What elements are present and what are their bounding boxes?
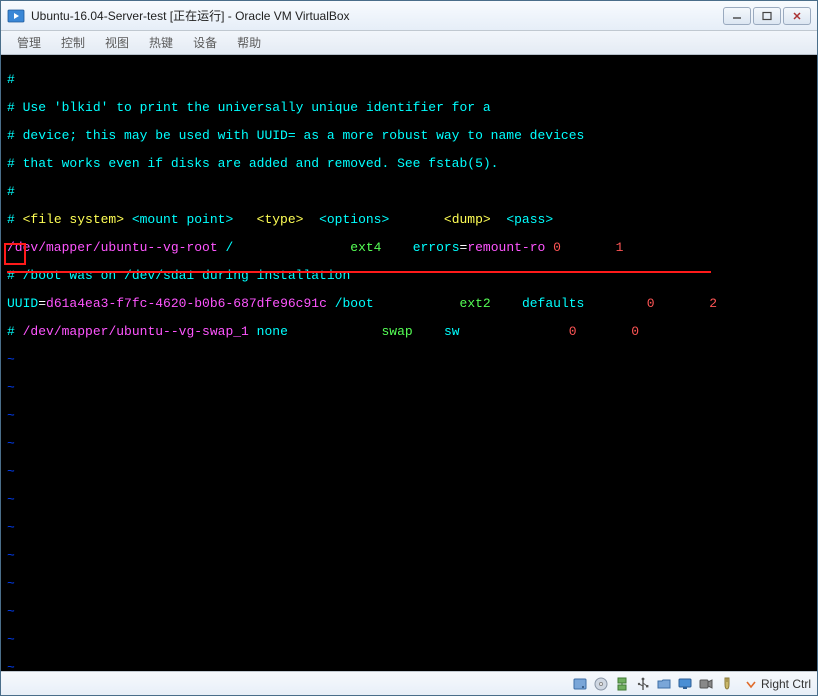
fstab-header: # <file system> <mount point> <type> <op…: [7, 213, 811, 227]
vim-tilde: ~: [7, 381, 811, 395]
titlebar: Ubuntu-16.04-Server-test [正在运行] - Oracle…: [1, 1, 817, 31]
vim-tilde: ~: [7, 633, 811, 647]
fstab-comment: # device; this may be used with UUID= as…: [7, 129, 811, 143]
fstab-uuid-line: UUID=d61a4ea3-f7fc-4620-b0b6-687dfe96c91…: [7, 297, 811, 311]
optical-disk-icon[interactable]: [592, 675, 610, 693]
host-key-label: Right Ctrl: [761, 677, 811, 691]
fstab-comment: # that works even if disks are added and…: [7, 157, 811, 171]
fstab-root: /dev/mapper/ubuntu--vg-root / ext4 error…: [7, 241, 811, 255]
fstab-swap-line: # /dev/mapper/ubuntu--vg-swap_1 none swa…: [7, 325, 811, 339]
chevron-down-icon: [745, 678, 757, 690]
vm-window: Ubuntu-16.04-Server-test [正在运行] - Oracle…: [0, 0, 818, 696]
terminal[interactable]: # # Use 'blkid' to print the universally…: [1, 55, 817, 671]
harddisk-icon[interactable]: [571, 675, 589, 693]
vim-tilde: ~: [7, 493, 811, 507]
fstab-comment: #: [7, 73, 811, 87]
menu-control[interactable]: 控制: [51, 34, 95, 51]
network-icon[interactable]: [613, 675, 631, 693]
menu-devices[interactable]: 设备: [183, 34, 227, 51]
mouse-integration-icon[interactable]: [718, 675, 736, 693]
vim-tilde: ~: [7, 465, 811, 479]
virtualbox-icon: [7, 7, 25, 25]
host-key-indicator[interactable]: Right Ctrl: [745, 677, 811, 691]
usb-icon[interactable]: [634, 675, 652, 693]
vim-tilde: ~: [7, 437, 811, 451]
window-title: Ubuntu-16.04-Server-test [正在运行] - Oracle…: [31, 7, 350, 24]
maximize-button[interactable]: [753, 7, 781, 25]
menu-hotkeys[interactable]: 热键: [139, 34, 183, 51]
menu-help[interactable]: 帮助: [227, 34, 271, 51]
vim-tilde: ~: [7, 521, 811, 535]
vim-tilde: ~: [7, 577, 811, 591]
recording-icon[interactable]: [697, 675, 715, 693]
window-controls: [723, 7, 811, 25]
fstab-comment: # Use 'blkid' to print the universally u…: [7, 101, 811, 115]
shared-folders-icon[interactable]: [655, 675, 673, 693]
statusbar: Right Ctrl: [1, 671, 817, 695]
vim-tilde: ~: [7, 661, 811, 671]
annotation-redline: [7, 271, 711, 273]
minimize-button[interactable]: [723, 7, 751, 25]
menubar: 管理 控制 视图 热键 设备 帮助: [1, 31, 817, 55]
menu-manage[interactable]: 管理: [7, 34, 51, 51]
menu-view[interactable]: 视图: [95, 34, 139, 51]
close-button[interactable]: [783, 7, 811, 25]
display-icon[interactable]: [676, 675, 694, 693]
vim-tilde: ~: [7, 409, 811, 423]
vim-tilde: ~: [7, 549, 811, 563]
fstab-comment: #: [7, 185, 811, 199]
vim-tilde: ~: [7, 605, 811, 619]
vim-tilde: ~: [7, 353, 811, 367]
